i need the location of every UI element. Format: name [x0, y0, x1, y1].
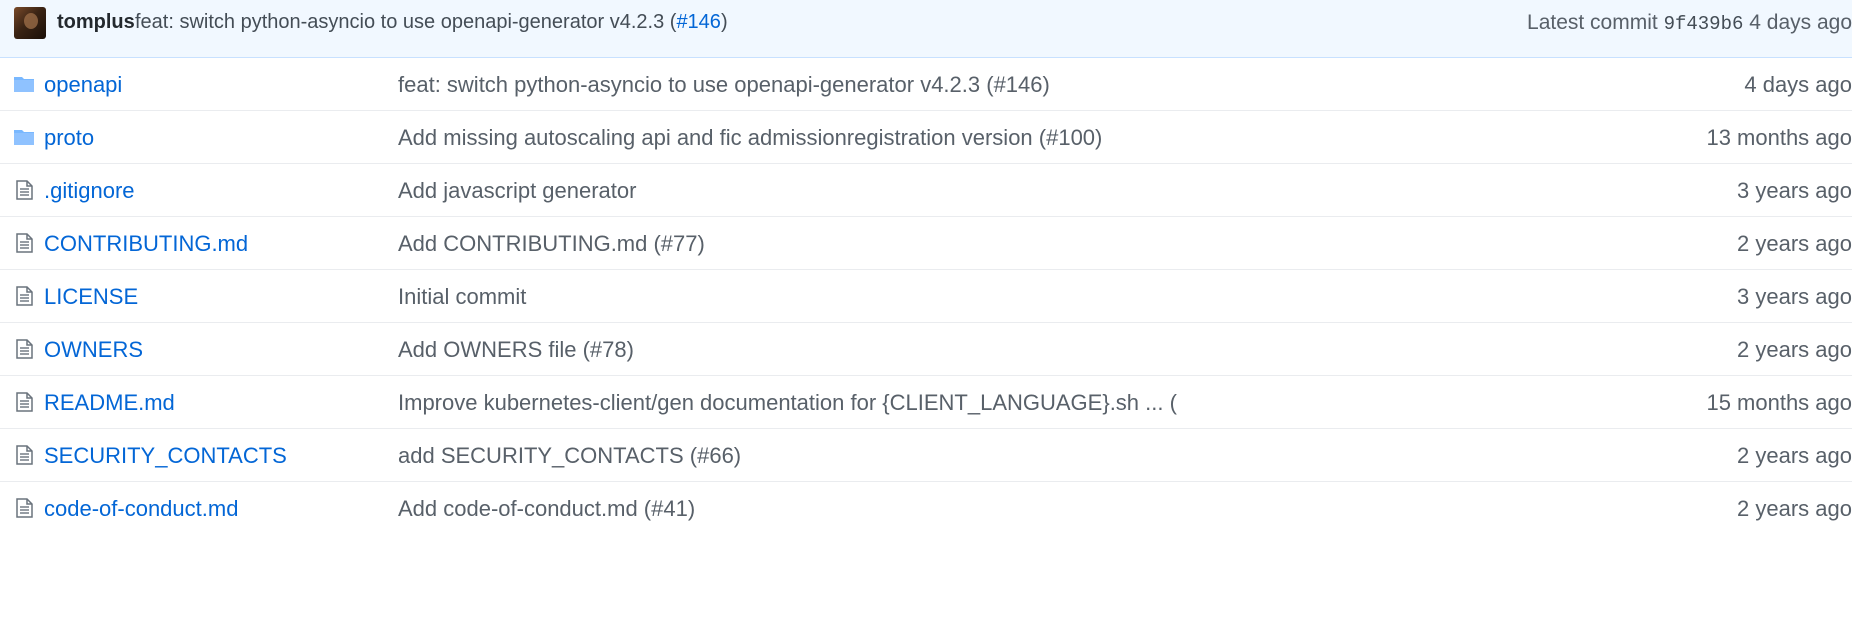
file-row[interactable]: .gitignore Add javascript generator 3 year… — [0, 164, 1852, 217]
commit-sha-link[interactable]: 9f439b6 — [1664, 13, 1744, 35]
file-icon — [13, 444, 35, 466]
file-row[interactable]: CONTRIBUTING.md Add CONTRIBUTING.md (#77)… — [0, 217, 1852, 270]
commit-message-suffix: ) — [720, 11, 728, 33]
file-row[interactable]: README.md Improve kubernetes-client/gen d… — [0, 376, 1852, 429]
file-name-link[interactable]: openapi — [44, 72, 122, 98]
commit-age: 3 years ago — [1737, 284, 1852, 309]
file-icon — [13, 338, 35, 360]
commit-message-link[interactable]: add SECURITY_CONTACTS (#66) — [398, 443, 741, 469]
commit-author[interactable]: tomplus — [57, 11, 135, 34]
commit-age: 15 months ago — [1706, 390, 1852, 415]
commit-age: 4 days ago — [1744, 72, 1852, 97]
latest-commit-label: Latest commit — [1527, 11, 1658, 34]
file-name-link[interactable]: proto — [44, 125, 94, 151]
file-row[interactable]: proto Add missing autoscaling api and fic… — [0, 111, 1852, 164]
file-icon — [13, 232, 35, 254]
file-list: openapi feat: switch python-asyncio to us… — [0, 58, 1852, 535]
latest-commit-info: Latest commit 9f439b6 4 days ago — [1527, 11, 1852, 35]
commit-age: 13 months ago — [1706, 125, 1852, 150]
commit-message-text[interactable]: feat: switch python-asyncio to use opena… — [135, 11, 676, 33]
commit-pr-link[interactable]: #146 — [676, 11, 721, 33]
commit-message-link[interactable]: Improve kubernetes-client/gen documentat… — [398, 390, 1177, 416]
commit-age: 2 years ago — [1737, 443, 1852, 468]
file-name-link[interactable]: code-of-conduct.md — [44, 496, 238, 522]
commit-message-link[interactable]: Add missing autoscaling api and fic admi… — [398, 125, 1102, 151]
file-icon — [13, 285, 35, 307]
commit-message-link[interactable]: Initial commit — [398, 284, 526, 310]
commit-message-link[interactable]: Add code-of-conduct.md (#41) — [398, 496, 695, 522]
commit-age: 2 years ago — [1737, 231, 1852, 256]
file-name-link[interactable]: .gitignore — [44, 178, 135, 204]
commit-message-link[interactable]: Add CONTRIBUTING.md (#77) — [398, 231, 705, 257]
commit-message[interactable]: feat: switch python-asyncio to use opena… — [135, 11, 728, 34]
latest-commit-age: 4 days ago — [1749, 11, 1852, 34]
file-row[interactable]: LICENSE Initial commit 3 years ago — [0, 270, 1852, 323]
file-row[interactable]: openapi feat: switch python-asyncio to us… — [0, 58, 1852, 111]
avatar[interactable] — [14, 7, 46, 39]
file-icon — [13, 179, 35, 201]
file-name-link[interactable]: LICENSE — [44, 284, 138, 310]
commit-message-link[interactable]: feat: switch python-asyncio to use opena… — [398, 72, 1050, 98]
commit-age: 3 years ago — [1737, 178, 1852, 203]
commit-message-link[interactable]: Add OWNERS file (#78) — [398, 337, 634, 363]
file-name-link[interactable]: OWNERS — [44, 337, 143, 363]
file-icon — [13, 497, 35, 519]
file-name-link[interactable]: SECURITY_CONTACTS — [44, 443, 287, 469]
commit-age: 2 years ago — [1737, 337, 1852, 362]
file-row[interactable]: SECURITY_CONTACTS add SECURITY_CONTACTS (… — [0, 429, 1852, 482]
commit-age: 2 years ago — [1737, 496, 1852, 521]
file-name-link[interactable]: CONTRIBUTING.md — [44, 231, 248, 257]
file-row[interactable]: OWNERS Add OWNERS file (#78) 2 years ago — [0, 323, 1852, 376]
folder-icon — [13, 73, 35, 95]
commit-message-link[interactable]: Add javascript generator — [398, 178, 636, 204]
file-name-link[interactable]: README.md — [44, 390, 175, 416]
file-row[interactable]: code-of-conduct.md Add code-of-conduct.md… — [0, 482, 1852, 535]
latest-commit-bar: tomplus feat: switch python-asyncio to u… — [0, 0, 1852, 58]
file-icon — [13, 391, 35, 413]
folder-icon — [13, 126, 35, 148]
